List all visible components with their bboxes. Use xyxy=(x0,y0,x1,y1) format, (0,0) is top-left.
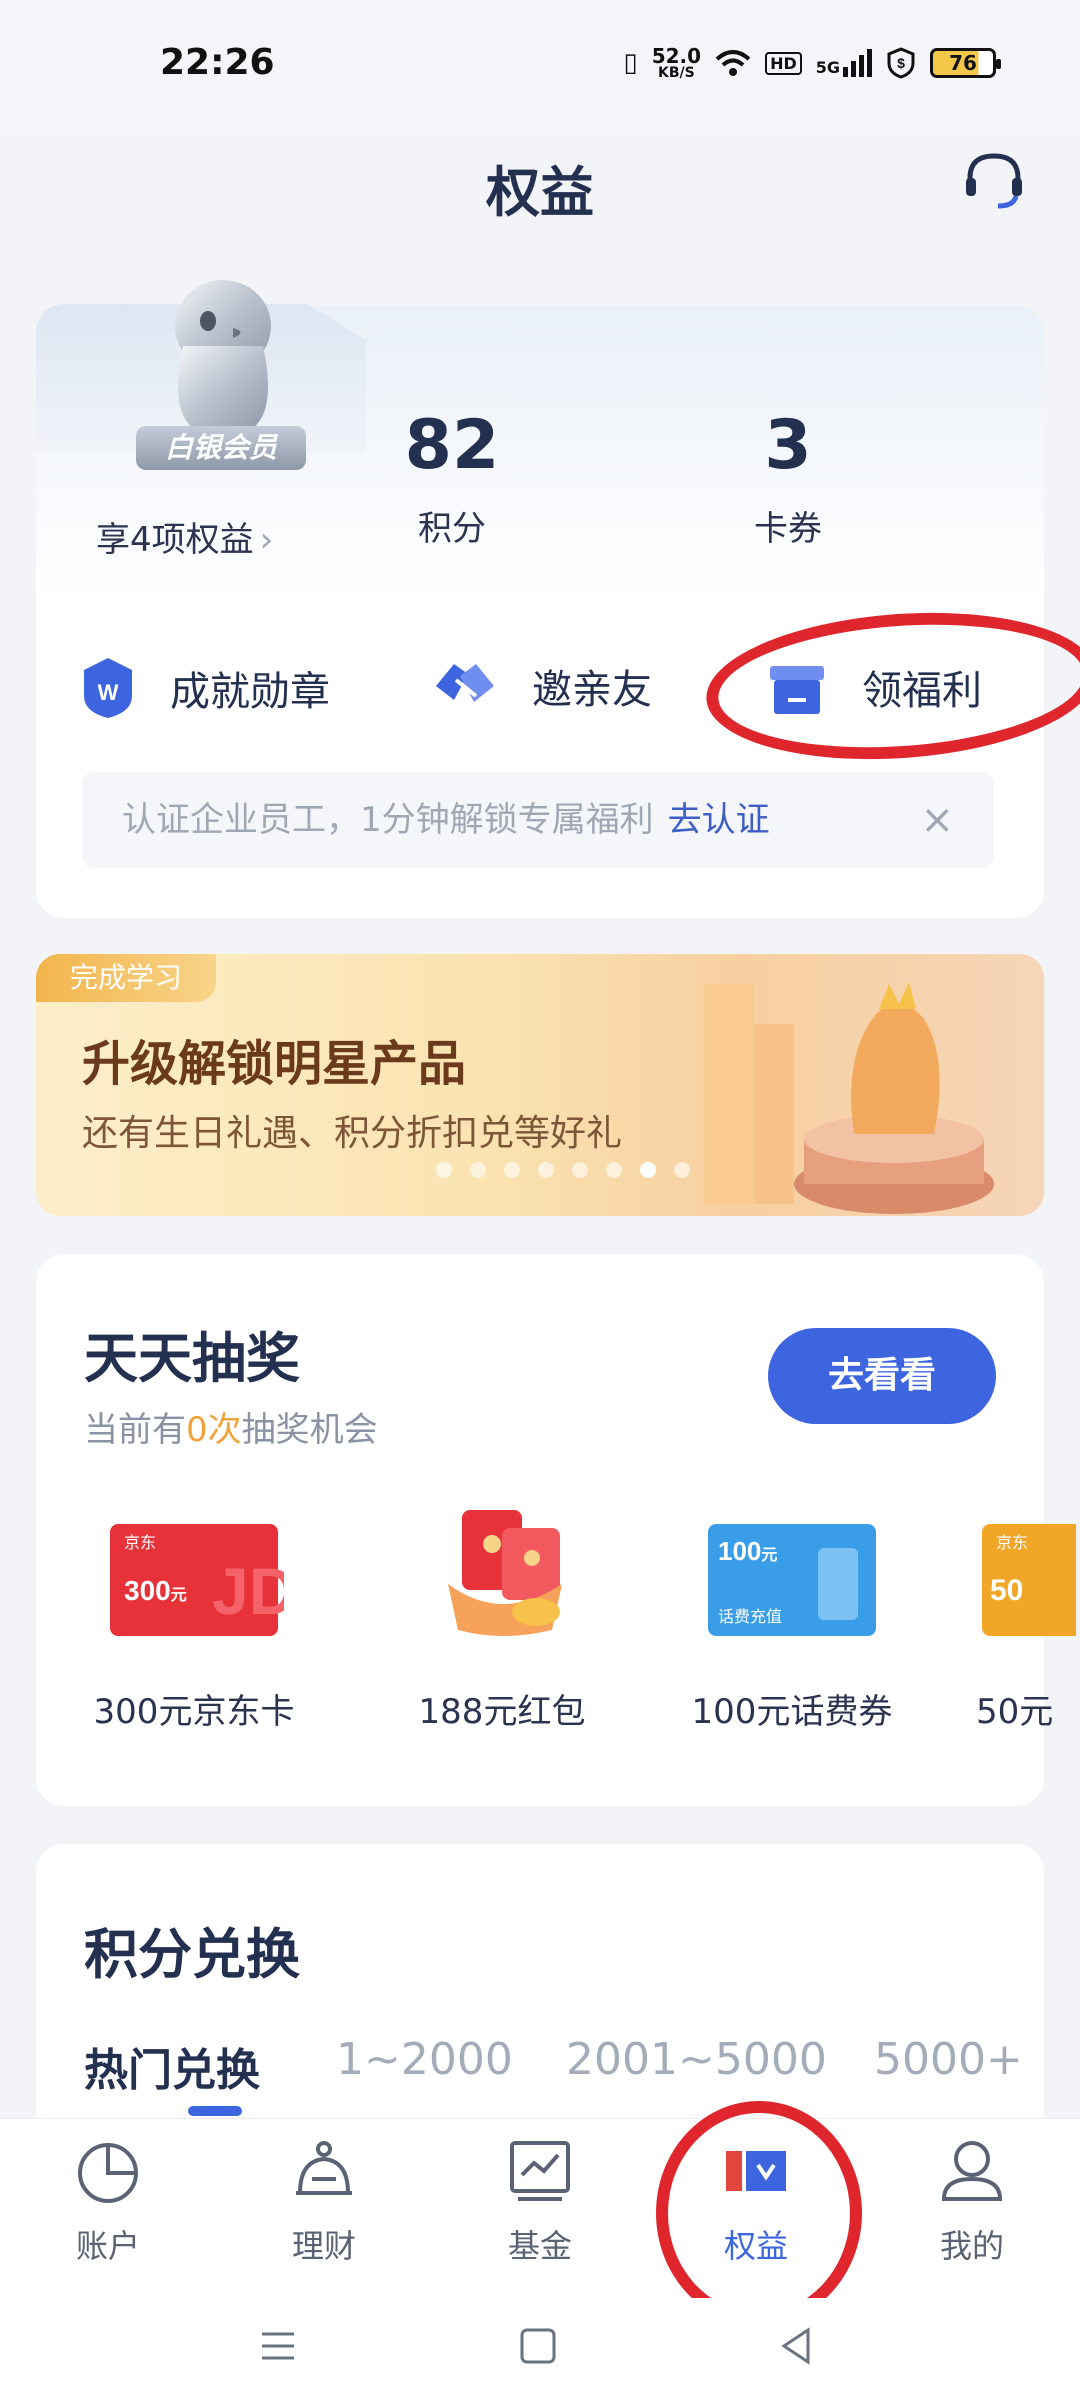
lottery-title: 天天抽奖 xyxy=(84,1327,300,1390)
tab-2001-5000[interactable]: 2001~5000 xyxy=(566,2034,827,2085)
nav-item-mine[interactable]: 我的 xyxy=(892,2135,1052,2267)
pager-dot-active xyxy=(640,1162,656,1178)
points-value: 82 xyxy=(404,406,500,485)
back-icon[interactable] xyxy=(774,2322,822,2370)
red-envelope-icon xyxy=(448,1510,562,1636)
svg-text:$: $ xyxy=(897,55,905,71)
banner-subtitle: 还有生日礼遇、积分折扣兑等好礼 xyxy=(82,1113,623,1154)
pager-dot xyxy=(504,1162,520,1178)
lottery-go-button[interactable]: 去看看 xyxy=(768,1328,996,1424)
prize-item[interactable]: 100元 话费充值 100元话费券 xyxy=(682,1504,902,1733)
home-icon[interactable] xyxy=(514,2322,562,2370)
prize-label: 50元 xyxy=(976,1692,1054,1732)
vibrate-icon: ▯ xyxy=(623,48,638,78)
phone-recharge-card-icon: 100元 话费充值 xyxy=(708,1524,876,1636)
tab-1-2000[interactable]: 1~2000 xyxy=(336,2034,513,2085)
wifi-icon xyxy=(715,50,751,76)
enterprise-cert-bar: 认证企业员工，1分钟解锁专属福利 去认证 × xyxy=(82,772,994,868)
jd-card-icon: 京东 50 xyxy=(982,1524,1076,1636)
points-stat[interactable]: 82 积分 xyxy=(352,406,552,550)
promo-banner[interactable]: 完成学习 升级解锁明星产品 还有生日礼遇、积分折扣兑等好礼 xyxy=(36,954,1044,1216)
annotation-circle-rights xyxy=(656,2101,862,2325)
nav-item-fund[interactable]: 基金 xyxy=(460,2135,620,2267)
pager-dot xyxy=(572,1162,588,1178)
shield-dollar-icon: $ xyxy=(887,47,915,79)
pager-dot xyxy=(470,1162,486,1178)
tab-5000-plus[interactable]: 5000+ xyxy=(874,2034,1023,2085)
customer-service-icon[interactable] xyxy=(958,144,1030,216)
annotation-circle-welfare xyxy=(701,600,1080,772)
quick-action-medal[interactable]: W 成就勋章 xyxy=(80,656,330,720)
svg-text:W: W xyxy=(98,680,119,705)
lottery-subtitle: 当前有0次抽奖机会 xyxy=(84,1410,378,1450)
banner-pager xyxy=(436,1162,690,1178)
svg-text:50: 50 xyxy=(990,1574,1023,1607)
prize-label: 188元红包 xyxy=(418,1692,586,1732)
signal-icon: 5G xyxy=(816,49,872,77)
benefits-link[interactable]: 享4项权益 › xyxy=(96,512,273,561)
close-icon[interactable]: × xyxy=(920,772,954,868)
coupons-value: 3 xyxy=(764,406,812,485)
svg-text:京东: 京东 xyxy=(124,1534,156,1552)
trophy-mascot-icon xyxy=(704,982,994,1214)
member-card: 白银会员 享4项权益 › 82 积分 3 卡券 W 成就勋章 邀亲友 领福利 认… xyxy=(36,280,1080,918)
tab-hot-exchange[interactable]: 热门兑换 xyxy=(84,2034,260,2098)
bottom-nav: 账户 理财 基金 权益 我的 xyxy=(0,2101,1080,2325)
prize-label: 300元京东卡 xyxy=(93,1692,295,1732)
pager-dot xyxy=(606,1162,622,1178)
net-speed: 52.0 KB/S xyxy=(651,44,702,81)
banner-tag: 完成学习 xyxy=(36,954,216,1002)
quick-action-invite[interactable]: 邀亲友 xyxy=(432,656,652,716)
member-level-label: 白银会员 xyxy=(136,426,306,470)
user-icon xyxy=(941,2141,1003,2201)
svg-text:JD: JD xyxy=(212,1554,284,1628)
battery-icon: 76 xyxy=(930,48,1001,78)
cert-text: 认证企业员工，1分钟解锁专属福利 xyxy=(122,800,654,840)
svg-text:话费充值: 话费充值 xyxy=(718,1608,782,1626)
quick-actions: W 成就勋章 邀亲友 领福利 xyxy=(36,600,1080,772)
svg-text:京东: 京东 xyxy=(996,1534,1028,1552)
prize-label: 100元话费券 xyxy=(691,1692,893,1732)
pie-chart-icon xyxy=(78,2143,138,2203)
page-title: 权益 xyxy=(486,161,594,224)
pager-dot xyxy=(538,1162,554,1178)
points-label: 积分 xyxy=(418,509,486,549)
handshake-icon xyxy=(436,664,494,702)
nav-item-account[interactable]: 账户 xyxy=(28,2135,188,2267)
medal-icon: W xyxy=(84,658,132,718)
daily-lottery-card: 天天抽奖 当前有0次抽奖机会 去看看 京东 300元 JD 300元京东卡 18… xyxy=(36,1254,1076,1806)
fund-chart-icon xyxy=(510,2141,570,2201)
prize-item[interactable]: 188元红包 xyxy=(392,1504,612,1733)
status-icons: ▯ 52.0 KB/S HD 5G $ 76 xyxy=(623,44,1001,81)
coupons-stat[interactable]: 3 卡券 xyxy=(688,406,888,550)
system-nav-bar xyxy=(0,2298,1080,2400)
status-bar: 22:26 ▯ 52.0 KB/S HD 5G $ 76 xyxy=(0,0,1080,130)
money-bag-icon xyxy=(296,2141,352,2195)
coupons-label: 卡券 xyxy=(754,509,822,549)
hd-icon: HD xyxy=(765,51,802,75)
prize-item[interactable]: 京东 50 50元 xyxy=(976,1504,1076,1733)
pager-dot xyxy=(436,1162,452,1178)
chevron-right-icon: › xyxy=(259,520,274,560)
banner-title: 升级解锁明星产品 xyxy=(82,1036,467,1092)
nav-item-wealth[interactable]: 理财 xyxy=(244,2135,404,2267)
status-time: 22:26 xyxy=(160,42,275,83)
cert-action-link[interactable]: 去认证 xyxy=(668,800,770,840)
prize-item[interactable]: 京东 300元 JD 300元京东卡 xyxy=(84,1504,304,1733)
points-exchange-title: 积分兑换 xyxy=(84,1923,300,1986)
jd-card-icon: 京东 300元 JD xyxy=(110,1524,296,1636)
pager-dot xyxy=(674,1162,690,1178)
active-tab-indicator xyxy=(188,2106,242,2116)
menu-icon[interactable] xyxy=(254,2322,302,2370)
page-header: 权益 xyxy=(0,130,1080,250)
